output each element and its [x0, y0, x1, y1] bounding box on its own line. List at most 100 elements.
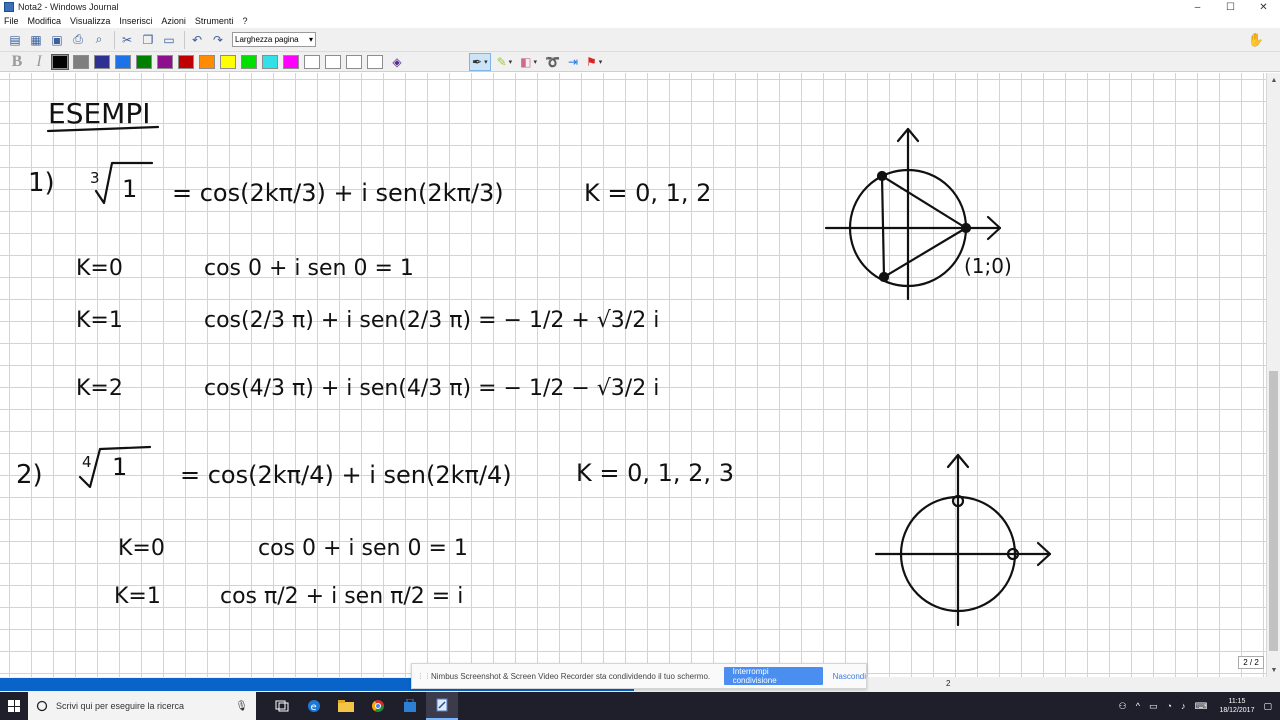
status-page-number: 2 [946, 679, 951, 688]
close-button[interactable]: ✕ [1247, 0, 1280, 14]
page-indicator: 2 / 2 [1238, 656, 1264, 669]
journal-app-icon [4, 2, 14, 12]
task-view-icon[interactable] [266, 692, 298, 720]
menu-strumenti[interactable]: Strumenti [195, 16, 234, 26]
windows-journal-taskbar-icon[interactable] [426, 692, 458, 720]
maximize-button[interactable]: ☐ [1214, 0, 1247, 14]
window-controls: – ☐ ✕ [1181, 0, 1280, 14]
flag-tool[interactable]: ⚑ ▾ [584, 53, 604, 71]
ex1-point-label: (1;0) [964, 254, 1012, 278]
highlighter-tool[interactable]: ✎ ▾ [495, 53, 515, 71]
file-explorer-icon[interactable] [330, 692, 362, 720]
color-swatch[interactable] [136, 54, 152, 69]
ex2-k-values: K = 0, 1, 2, 3 [576, 459, 734, 487]
tray-chevron-up-icon[interactable]: ^ [1136, 701, 1140, 711]
ex1-root-index: 3 [90, 169, 100, 187]
chrome-browser-icon[interactable] [362, 692, 394, 720]
microphone-icon[interactable]: 🎙 [235, 701, 248, 712]
taskbar-clock[interactable]: 11:15 18/12/2017 [1219, 697, 1254, 715]
edge-browser-icon[interactable]: e [298, 692, 330, 720]
scroll-down-arrow-icon[interactable]: ▼ [1267, 663, 1280, 677]
menu-visualizza[interactable]: Visualizza [70, 16, 110, 26]
note-page[interactable]: ESEMPI 1) 3 1 = cos(2kπ/3) + i sen(2kπ/3… [0, 73, 1266, 677]
stop-sharing-button[interactable]: Interrompi condivisione [723, 667, 823, 685]
color-swatch[interactable] [325, 54, 341, 69]
pan-hand-icon[interactable]: ✋ [1246, 31, 1266, 49]
chevron-down-icon: ▾ [308, 35, 313, 44]
find-icon[interactable]: ⌕ [90, 31, 108, 49]
color-swatch[interactable] [367, 54, 383, 69]
new-note-icon[interactable]: ▤ [6, 31, 24, 49]
menu-azioni[interactable]: Azioni [161, 16, 186, 26]
vertical-scrollbar[interactable]: ▲ ▼ [1266, 73, 1280, 677]
search-placeholder: Scrivi qui per eseguire la ricerca [56, 701, 185, 711]
menu-inserisci[interactable]: Inserisci [119, 16, 152, 26]
store-icon[interactable] [394, 692, 426, 720]
chevron-down-icon: ▾ [533, 58, 538, 66]
bold-button[interactable]: B [8, 53, 26, 71]
cut-icon[interactable]: ✂ [118, 31, 136, 49]
color-picker-icon[interactable]: ◈ [388, 53, 406, 71]
color-swatch[interactable] [283, 54, 299, 69]
battery-icon[interactable]: ▭ [1149, 701, 1158, 712]
zoom-select[interactable]: Larghezza pagina ▾ [232, 32, 316, 47]
eraser-tool[interactable]: ◧ ▾ [518, 53, 539, 71]
ex1-root-arg: 1 [122, 175, 137, 203]
open-icon[interactable]: ▦ [27, 31, 45, 49]
share-message: Nimbus Screenshot & Screen Video Recorde… [431, 671, 711, 681]
redo-icon[interactable]: ↷ [209, 31, 227, 49]
network-icon[interactable]: ◔ [1167, 701, 1172, 711]
volume-icon[interactable]: ♪ [1181, 701, 1186, 711]
lasso-icon: ➰ [545, 54, 560, 69]
color-swatch[interactable] [51, 53, 69, 70]
drag-grip-icon[interactable]: ⋮⋮ [417, 672, 431, 680]
color-swatch[interactable] [115, 54, 131, 69]
language-icon[interactable]: ⌨ [1194, 701, 1207, 712]
scrollbar-thumb[interactable] [1269, 371, 1278, 651]
ex1-row-k2-expr: cos(4/3 π) + i sen(4/3 π) = − 1/2 − √3/2… [204, 376, 659, 401]
notifications-icon[interactable]: ▢ [1263, 701, 1272, 712]
color-swatch[interactable] [157, 54, 173, 69]
ex1-root-point [878, 271, 890, 283]
color-swatch[interactable] [241, 54, 257, 69]
color-swatch[interactable] [304, 54, 320, 69]
minimize-button[interactable]: – [1181, 0, 1214, 14]
color-swatch[interactable] [262, 54, 278, 69]
people-icon[interactable]: ⚇ [1119, 701, 1127, 712]
clock-date: 18/12/2017 [1219, 707, 1255, 714]
ex1-row-k0-label: K=0 [76, 256, 123, 281]
italic-button[interactable]: I [30, 53, 48, 71]
start-button[interactable] [0, 692, 28, 720]
color-swatch[interactable] [199, 54, 215, 69]
system-tray: ⚇ ^ ▭ ◔ ♪ ⌨ 11:15 18/12/2017 ▢ [1110, 692, 1272, 720]
undo-icon[interactable]: ↶ [188, 31, 206, 49]
pen-tool[interactable]: ✒ ▾ [469, 52, 491, 71]
taskbar-search[interactable]: Scrivi qui per eseguire la ricerca 🎙 [28, 692, 256, 720]
ex2-unit-circle-diagram [874, 453, 1052, 627]
color-swatch[interactable] [346, 54, 362, 69]
ex2-formula: = cos(2kπ/4) + i sen(2kπ/4) [180, 461, 512, 489]
print-icon[interactable]: ⎙ [69, 31, 87, 49]
pen-icon: ✒ [472, 54, 483, 69]
menu-help[interactable]: ? [242, 16, 247, 26]
taskbar-apps: e [266, 692, 458, 720]
copy-icon[interactable]: ❐ [139, 31, 157, 49]
color-swatch[interactable] [73, 54, 89, 69]
color-swatch[interactable] [94, 54, 110, 69]
scroll-up-arrow-icon[interactable]: ▲ [1267, 73, 1280, 87]
ex1-formula: = cos(2kπ/3) + i sen(2kπ/3) [172, 179, 504, 207]
lasso-tool[interactable]: ➰ [543, 53, 562, 71]
ex2-number: 2) [16, 460, 43, 490]
menu-modifica[interactable]: Modifica [28, 16, 62, 26]
pen-toolbar: B I ◈ ✒ ▾ ✎ ▾ ◧ ▾ ➰ ⇥ ⚑ ▾ [0, 52, 1280, 72]
color-palette [51, 53, 388, 70]
color-swatch[interactable] [178, 54, 194, 69]
windows-logo-icon [8, 700, 20, 712]
paste-icon[interactable]: ▭ [160, 31, 178, 49]
flag-icon: ⚑ [586, 54, 597, 69]
menu-file[interactable]: File [4, 16, 19, 26]
hide-banner-link[interactable]: Nascondi [833, 672, 866, 681]
insert-space-tool[interactable]: ⇥ [566, 53, 580, 71]
color-swatch[interactable] [220, 54, 236, 69]
save-icon[interactable]: ▣ [48, 31, 66, 49]
